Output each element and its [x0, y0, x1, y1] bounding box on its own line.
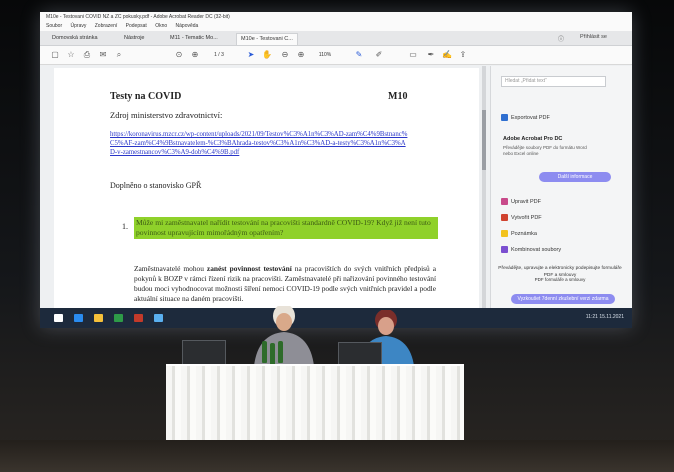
zoom-in-icon[interactable]: ⊕ [296, 50, 306, 60]
mail-icon[interactable]: ✉ [98, 50, 108, 60]
edit-pdf-icon [501, 198, 508, 205]
app-icon[interactable] [154, 314, 163, 322]
document-source: Zdroj ministerstvo zdravotnictví: [110, 110, 223, 120]
start-icon[interactable] [54, 314, 63, 322]
tab-tools[interactable]: Nástroje [120, 33, 148, 44]
pen-icon[interactable]: ✒ [426, 50, 436, 60]
share-icon[interactable]: ⇪ [458, 50, 468, 60]
window-title: M10e - Testovani COVID NZ a ZC pokusky.p… [40, 12, 632, 22]
tools-search-input[interactable]: Hledat „Přidat text“ [501, 76, 606, 87]
create-pdf-item[interactable]: Vytvořit PDF [501, 214, 542, 221]
combine-label: Kombinovat soubory [511, 246, 562, 253]
pdf-page: Testy na COVID M10 Zdroj ministerstvo zd… [54, 68, 479, 320]
combine-item[interactable]: Kombinovat soubory [501, 246, 561, 253]
zoom-out-icon[interactable]: ⊖ [280, 50, 290, 60]
conference-scene: M10e - Testovani COVID NZ a ZC pokusky.p… [0, 0, 674, 472]
main-toolbar: ▢ ☆ ⎙ ✉ ⌕ ⊙ ⊕ 1 / 3 ➤ ✋ ⊖ ⊕ 110% ✎ ✐ ▭ ✒… [40, 46, 632, 65]
scrollbar-thumb[interactable] [482, 110, 486, 170]
highlight-icon[interactable]: ✐ [374, 50, 384, 60]
tab-document-m11[interactable]: M11 - Tematic Mo... [166, 33, 222, 44]
page-scrollbar[interactable] [482, 66, 486, 318]
edit-pdf-item[interactable]: Upravit PDF [501, 198, 541, 205]
combine-icon [501, 246, 508, 253]
acrobat-icon[interactable] [134, 314, 143, 322]
question-icon[interactable]: ⓘ [558, 34, 564, 43]
hand-icon[interactable]: ✋ [262, 50, 272, 60]
folder-icon[interactable] [94, 314, 103, 322]
browser-icon[interactable] [74, 314, 83, 322]
tools-pane: Hledat „Přidat text“ Exportovat PDF Adob… [490, 66, 632, 310]
menu-item-help[interactable]: Nápověda [176, 23, 199, 29]
promo-subtext: PDF formuláře a smlouvy [534, 277, 586, 282]
trial-button[interactable]: Vyzkoušet 7denní zkušební verzi zdarma [511, 294, 615, 304]
sign-in-link[interactable]: Přihlásit se [580, 34, 607, 40]
document-title: Testy na COVID [110, 91, 182, 102]
create-pdf-icon [501, 214, 508, 221]
comment-icon[interactable]: ▭ [408, 50, 418, 60]
tab-document-m10e[interactable]: M10e - Testovani C... [236, 33, 298, 45]
document-link[interactable]: https://koronavirus.mzcr.cz/wp-content/u… [110, 130, 410, 157]
projection-screen: M10e - Testovani COVID NZ a ZC pokusky.p… [40, 12, 632, 328]
water-bottle [270, 343, 275, 365]
cursor-icon[interactable]: ➤ [246, 50, 256, 60]
body-text-start: Zaměstnavatelé mohou [134, 264, 207, 273]
menu-item-window[interactable]: Okno [155, 23, 167, 29]
excel-icon[interactable] [114, 314, 123, 322]
export-pdf-label: Exportovat PDF [511, 114, 550, 121]
water-bottle [278, 341, 283, 363]
pro-text: Převádějte soubory PDF do formátu Word n… [503, 145, 587, 156]
list-number: 1. [122, 222, 128, 231]
tray-time: 11:21 [585, 314, 598, 320]
menu-item-sign[interactable]: Podepsat [126, 23, 147, 29]
document-note: Doplněno o stanovisko GPŘ [110, 181, 202, 190]
print-icon[interactable]: ⎙ [82, 50, 92, 60]
upload-icon[interactable]: ⊙ [174, 50, 184, 60]
windows-taskbar: 11:21 15.11.2021 [40, 308, 632, 328]
file-icon[interactable]: ▢ [50, 50, 60, 60]
sign-icon[interactable]: ✍ [442, 50, 452, 60]
stage-floor [0, 440, 674, 472]
star-icon[interactable]: ☆ [66, 50, 76, 60]
menu-item-edit[interactable]: Úpravy [71, 23, 87, 29]
tab-home[interactable]: Domovská stránka [48, 33, 102, 44]
comment-tool-icon [501, 230, 508, 237]
tray-clock[interactable]: 11:21 15.11.2021 [586, 314, 624, 320]
comment-item[interactable]: Poznámka [501, 230, 537, 237]
highlighted-question: Může mi zaměstnavatel nařídit testování … [134, 217, 438, 239]
page-indicator[interactable]: 1 / 3 [208, 50, 230, 60]
comment-label: Poznámka [511, 230, 537, 237]
export-pdf-item[interactable]: Exportovat PDF [501, 114, 550, 121]
document-code: M10 [388, 91, 408, 102]
laptop-left [182, 340, 226, 366]
menu-item-view[interactable]: Zobrazení [95, 23, 118, 29]
speaker-left [244, 304, 324, 371]
document-body: Zaměstnavatelé mohou zanést povinnost te… [134, 264, 436, 304]
zoom-level[interactable]: 110% [314, 50, 336, 60]
water-bottle [262, 341, 267, 363]
menu-item-file[interactable]: Soubor [46, 23, 62, 29]
laptop-right [338, 342, 382, 366]
create-pdf-label: Vytvořit PDF [511, 214, 542, 221]
download-icon[interactable]: ⊕ [190, 50, 200, 60]
tab-bar: Domovská stránka Nástroje M11 - Tematic … [40, 31, 632, 46]
search-icon[interactable]: ⌕ [114, 50, 124, 60]
edit-pdf-label: Upravit PDF [511, 198, 541, 205]
body-text-bold: zanést povinnost testování [206, 264, 292, 273]
pro-title: Adobe Acrobat Pro DC [503, 136, 563, 142]
select-tool-icon[interactable]: ✎ [354, 50, 364, 60]
export-pdf-icon [501, 114, 508, 121]
tray-date: 15.11.2021 [599, 314, 624, 320]
pro-info-button[interactable]: Další informace [539, 172, 611, 182]
menu-bar: Soubor Úpravy Zobrazení Podepsat Okno Ná… [40, 22, 632, 31]
